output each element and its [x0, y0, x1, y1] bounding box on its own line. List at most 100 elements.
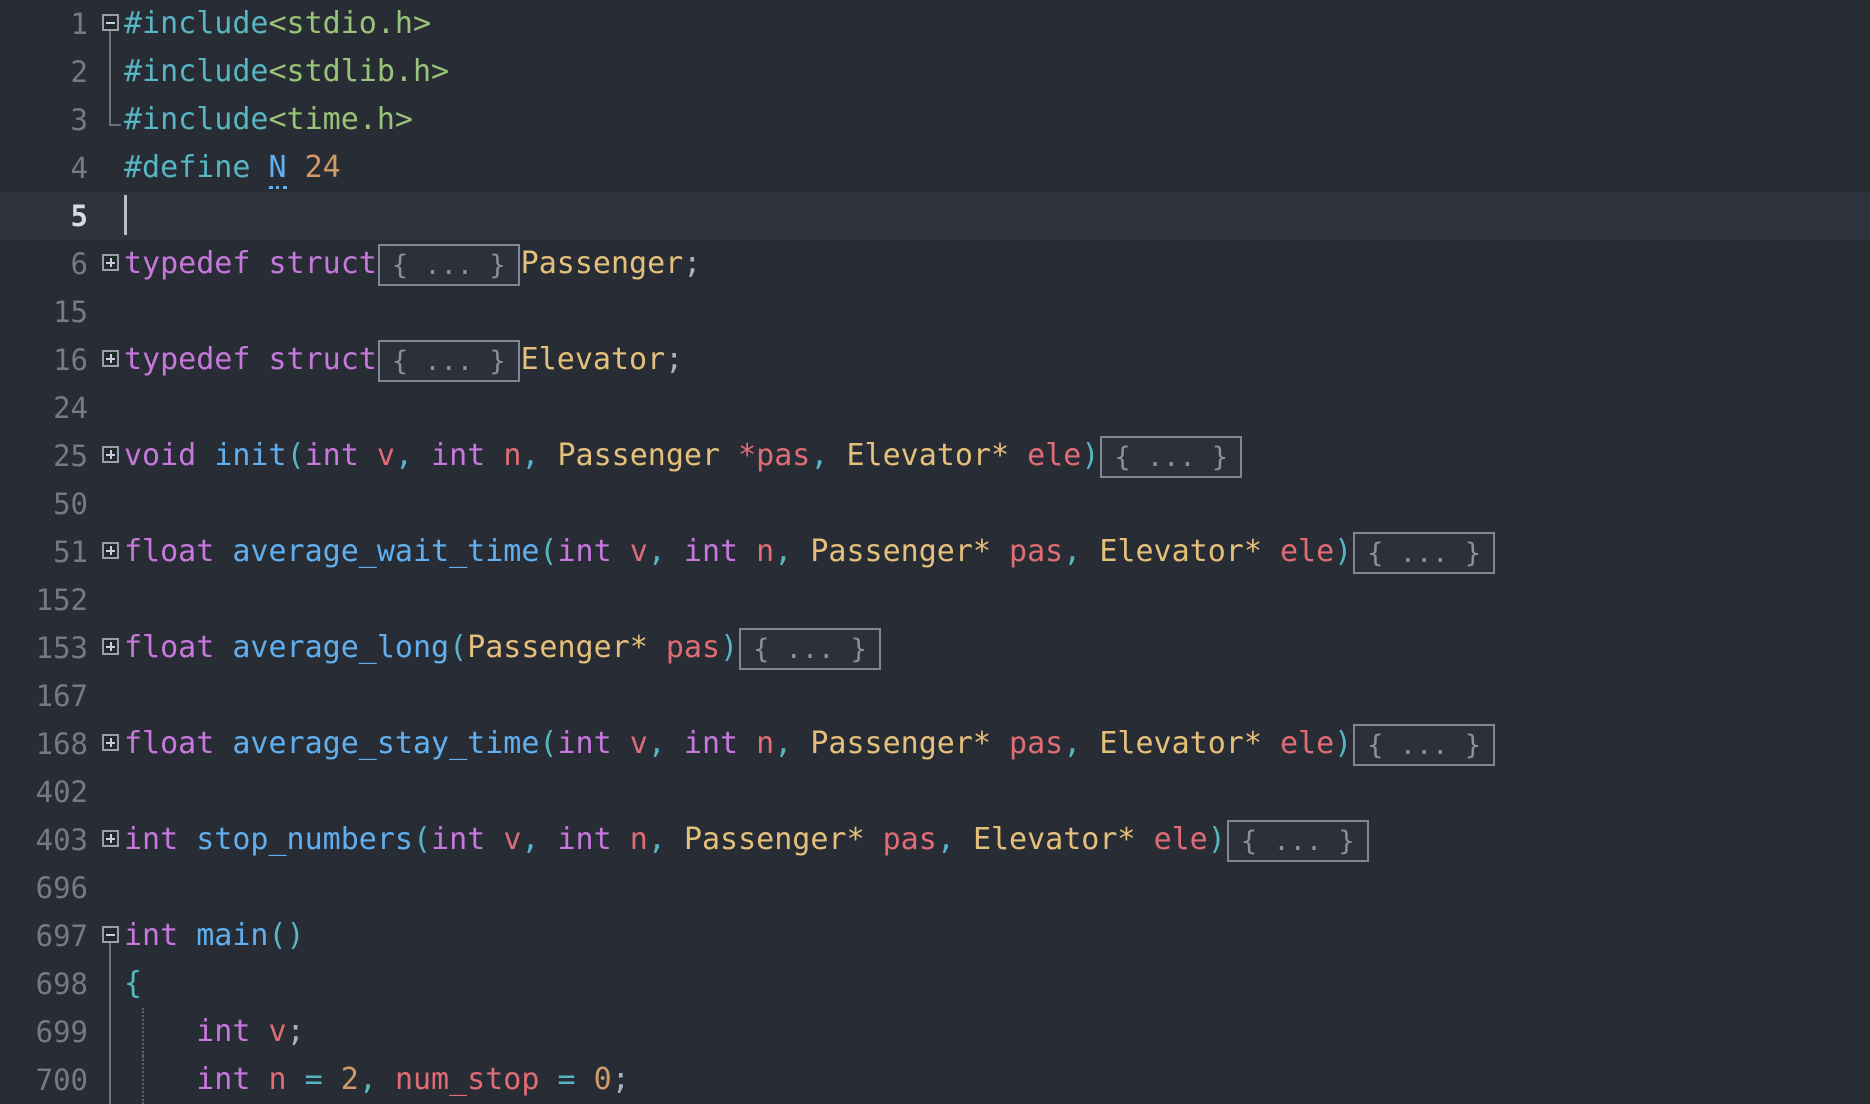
- folded-region-placeholder[interactable]: { ... }: [1353, 723, 1496, 766]
- code-text[interactable]: #include<stdio.h>: [124, 0, 1870, 48]
- code-token: Passenger*: [810, 534, 991, 569]
- line-number: 24: [53, 391, 88, 425]
- code-token: typedef: [124, 246, 251, 281]
- code-text[interactable]: float average_long(Passenger* pas){ ... …: [124, 624, 1870, 672]
- folded-region-placeholder[interactable]: { ... }: [1353, 531, 1496, 574]
- fold-collapse-icon[interactable]: [102, 14, 119, 31]
- code-token: Elevator*: [1099, 726, 1262, 761]
- code-line[interactable]: 152: [0, 576, 1870, 624]
- line-number: 152: [35, 583, 88, 617]
- code-text[interactable]: float average_stay_time(int v, int n, Pa…: [124, 720, 1870, 768]
- code-token: ): [1081, 438, 1100, 473]
- folded-region-placeholder[interactable]: { ... }: [1100, 435, 1243, 478]
- code-line[interactable]: 403 int stop_numbers(int v, int n, Passen…: [0, 816, 1870, 864]
- code-token: v: [503, 822, 522, 857]
- folded-region-placeholder[interactable]: { ... }: [377, 339, 520, 382]
- fold-expand-icon[interactable]: [102, 830, 119, 847]
- code-line[interactable]: 50: [0, 480, 1870, 528]
- code-editor[interactable]: 1 #include<stdio.h> 2 #include<stdlib.h> 3 #i…: [0, 0, 1870, 1104]
- code-line[interactable]: 2 #include<stdlib.h>: [0, 48, 1870, 96]
- fold-column: [98, 144, 124, 192]
- code-token: int: [196, 1014, 251, 1049]
- code-line[interactable]: 697 int main(): [0, 912, 1870, 960]
- code-line[interactable]: 3 #include<time.h>: [0, 96, 1870, 144]
- folded-region-placeholder[interactable]: { ... }: [739, 627, 881, 670]
- code-token: float: [124, 534, 215, 569]
- code-text[interactable]: #include<time.h>: [109, 96, 1870, 144]
- code-token: (: [413, 822, 432, 857]
- code-text[interactable]: {: [109, 960, 1870, 1008]
- code-token: int: [557, 726, 612, 761]
- code-line[interactable]: 15: [0, 288, 1870, 336]
- code-token: Passenger*: [467, 630, 648, 665]
- code-token: stop_numbers: [196, 822, 413, 857]
- code-line[interactable]: 4 #define N 24: [0, 144, 1870, 192]
- code-text[interactable]: void init(int v, int n, Passenger *pas, …: [124, 432, 1870, 480]
- code-line[interactable]: 1 #include<stdio.h>: [0, 0, 1870, 48]
- code-token: n: [268, 1062, 287, 1097]
- code-text[interactable]: int main(): [124, 912, 1870, 960]
- code-line[interactable]: 16 typedef struct{ ... } Elevator;: [0, 336, 1870, 384]
- code-text[interactable]: typedef struct{ ... } Elevator;: [124, 336, 1870, 384]
- code-token: Passenger*: [683, 822, 865, 857]
- code-token: <time.h>: [268, 102, 414, 137]
- fold-column: [98, 192, 124, 240]
- fold-column: [98, 576, 124, 624]
- code-line[interactable]: 24: [0, 384, 1870, 432]
- code-token: ,: [647, 822, 666, 857]
- code-line[interactable]: 153 float average_long(Passenger* pas){ .…: [0, 624, 1870, 672]
- code-text[interactable]: int v;: [109, 1008, 1870, 1056]
- code-token: ,: [647, 534, 666, 569]
- code-token: average_wait_time: [232, 534, 540, 569]
- code-line[interactable]: 168 float average_stay_time(int v, int n,…: [0, 720, 1870, 768]
- folded-region-placeholder[interactable]: { ... }: [377, 243, 520, 286]
- code-token: Passenger: [557, 438, 721, 473]
- code-text[interactable]: int stop_numbers(int v, int n, Passenger…: [124, 816, 1870, 864]
- code-token: ): [1334, 726, 1353, 761]
- code-text[interactable]: [124, 192, 1870, 240]
- fold-expand-icon[interactable]: [102, 638, 119, 655]
- code-line[interactable]: 696: [0, 864, 1870, 912]
- code-token: ,: [647, 726, 666, 761]
- code-line[interactable]: 698 {: [0, 960, 1870, 1008]
- code-token: pas: [1009, 534, 1064, 569]
- fold-expand-icon[interactable]: [102, 446, 119, 463]
- folded-region-placeholder[interactable]: { ... }: [1226, 819, 1369, 862]
- fold-expand-icon[interactable]: [102, 254, 119, 271]
- code-token: <stdlib.h>: [268, 54, 450, 89]
- code-token: #include: [124, 54, 269, 89]
- code-line[interactable]: 51 float average_wait_time(int v, int n, …: [0, 528, 1870, 576]
- code-token: ;: [611, 1062, 630, 1097]
- code-text[interactable]: float average_wait_time(int v, int n, Pa…: [124, 528, 1870, 576]
- code-line[interactable]: 700 int n = 2, num_stop = 0;: [0, 1056, 1870, 1104]
- code-line[interactable]: 167: [0, 672, 1870, 720]
- fold-expand-icon[interactable]: [102, 542, 119, 559]
- line-number: 698: [35, 967, 88, 1001]
- indent-guide: [109, 1056, 111, 1104]
- code-text[interactable]: #define N 24: [124, 144, 1870, 192]
- code-line[interactable]: 25 void init(int v, int n, Passenger *pas…: [0, 432, 1870, 480]
- fold-expand-icon[interactable]: [102, 350, 119, 367]
- code-line[interactable]: 402: [0, 768, 1870, 816]
- fold-expand-icon[interactable]: [102, 734, 119, 751]
- fold-collapse-icon[interactable]: [102, 926, 119, 943]
- code-text[interactable]: #include<stdlib.h>: [109, 48, 1870, 96]
- fold-column: [98, 816, 124, 864]
- code-token: ,: [521, 438, 540, 473]
- code-text[interactable]: int n = 2, num_stop = 0;: [109, 1056, 1870, 1104]
- code-line[interactable]: 6 typedef struct{ ... } Passenger;: [0, 240, 1870, 288]
- code-line[interactable]: 699 int v;: [0, 1008, 1870, 1056]
- code-line[interactable]: 5: [0, 192, 1870, 240]
- line-number: 168: [35, 727, 88, 761]
- code-text[interactable]: typedef struct{ ... } Passenger;: [124, 240, 1870, 288]
